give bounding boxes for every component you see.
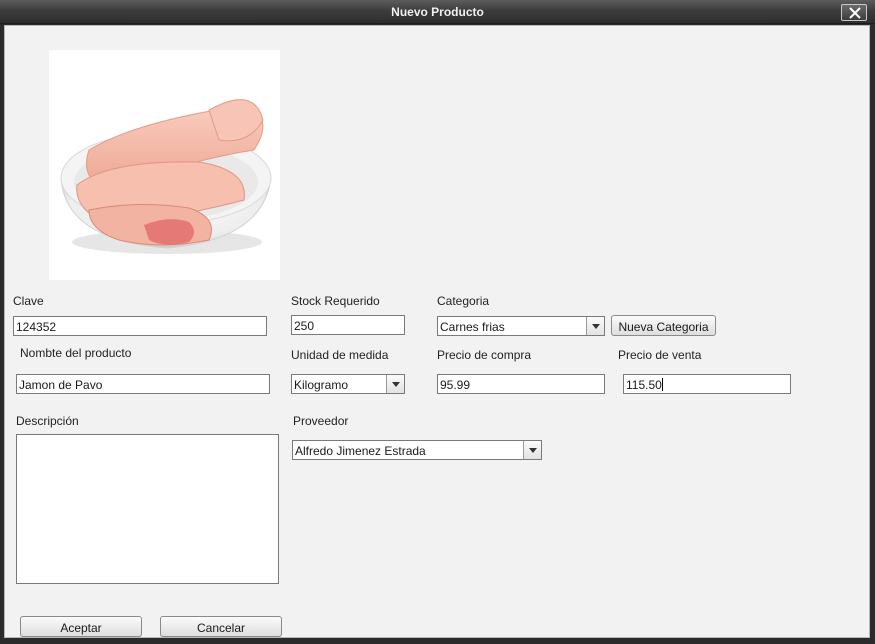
cancelar-button[interactable]: Cancelar: [160, 616, 282, 637]
proveedor-dropdown-arrow[interactable]: [523, 441, 541, 459]
stock-field[interactable]: 250: [291, 315, 405, 335]
categoria-value: Carnes frias: [440, 320, 505, 334]
categoria-select[interactable]: Carnes frias: [437, 316, 605, 336]
precio-venta-label: Precio de venta: [618, 348, 702, 362]
categoria-label: Categoria: [437, 294, 490, 308]
chevron-down-icon: [392, 382, 400, 387]
descripcion-textarea[interactable]: [16, 434, 279, 584]
precio-compra-field[interactable]: 95.99: [437, 374, 605, 394]
text-caret: [661, 378, 663, 391]
dialog-panel: Clave 124352 Stock Requerido 250 Categor…: [4, 25, 870, 638]
unidad-label: Unidad de medida: [291, 348, 389, 362]
aceptar-button[interactable]: Aceptar: [20, 616, 142, 637]
chevron-down-icon: [592, 324, 600, 329]
unidad-value: Kilogramo: [294, 378, 349, 392]
nombre-label: Nombte del producto: [20, 346, 132, 360]
precio-compra-label: Precio de compra: [437, 348, 532, 362]
clave-field[interactable]: 124352: [13, 316, 267, 336]
nueva-categoria-button[interactable]: Nueva Categoria: [611, 315, 716, 336]
window-title: Nuevo Producto: [391, 5, 484, 19]
precio-venta-field[interactable]: 115.50: [623, 374, 791, 394]
precio-venta-value: 115.50: [626, 378, 662, 392]
clave-label: Clave: [13, 294, 44, 308]
close-button[interactable]: [841, 4, 867, 21]
descripcion-label: Descripción: [16, 414, 79, 428]
unidad-select[interactable]: Kilogramo: [291, 374, 405, 394]
unidad-dropdown-arrow[interactable]: [386, 375, 404, 393]
proveedor-select[interactable]: Alfredo Jimenez Estrada: [292, 440, 542, 460]
close-icon: [849, 7, 861, 19]
nombre-field[interactable]: Jamon de Pavo: [16, 374, 270, 394]
categoria-dropdown-arrow[interactable]: [586, 317, 604, 335]
product-image: [49, 50, 280, 280]
stock-label: Stock Requerido: [291, 294, 380, 308]
title-bar: Nuevo Producto: [0, 0, 875, 24]
proveedor-value: Alfredo Jimenez Estrada: [295, 444, 426, 458]
ham-bowl-illustration: [60, 99, 272, 254]
chevron-down-icon: [529, 448, 537, 453]
proveedor-label: Proveedor: [293, 414, 349, 428]
